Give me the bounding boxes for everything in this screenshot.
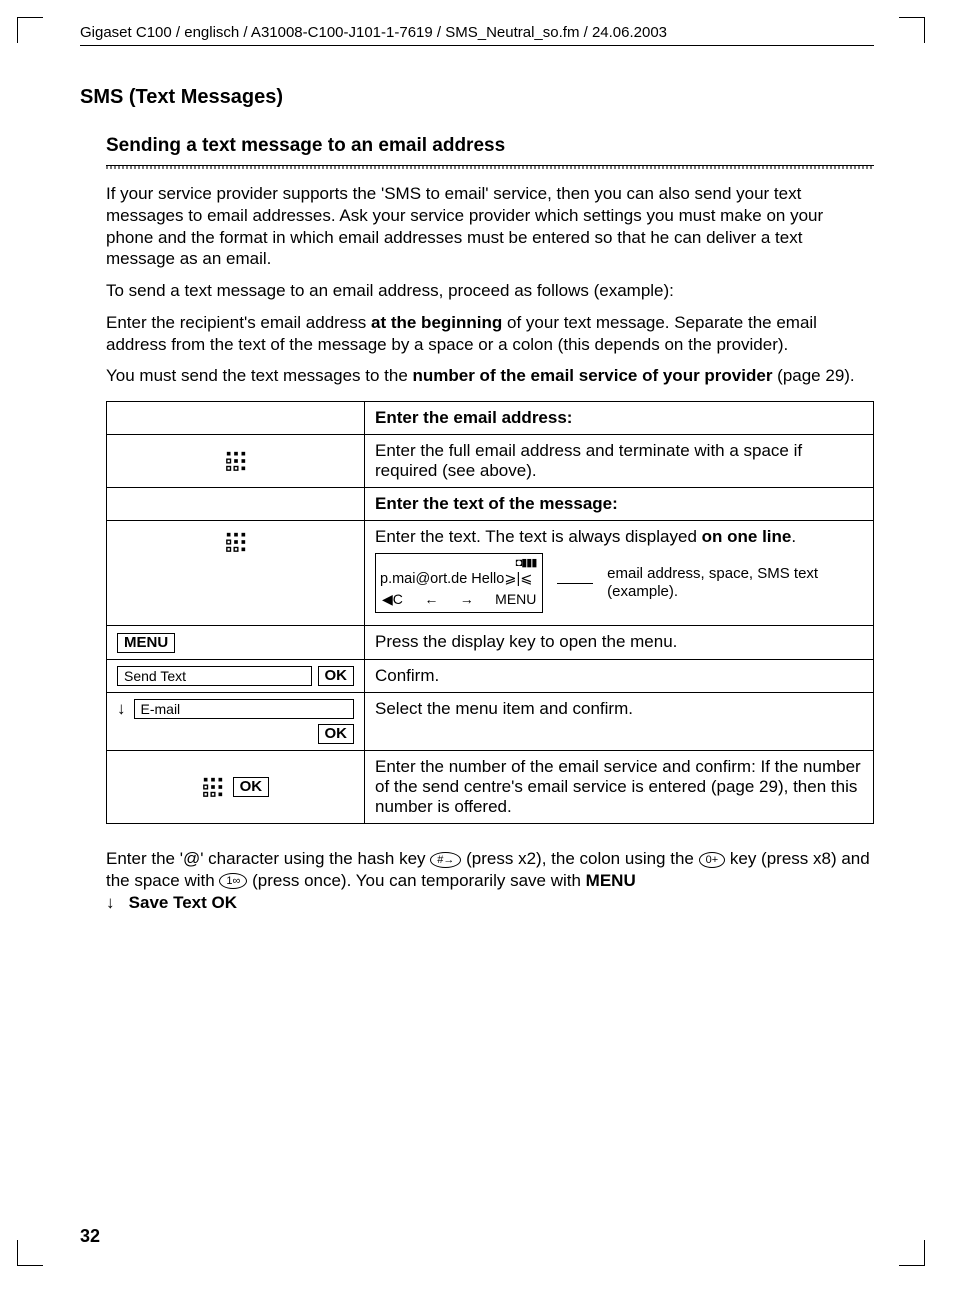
- ok-key: OK: [233, 777, 270, 797]
- table-row: Send Text OK Confirm.: [107, 660, 874, 693]
- crop-mark-icon: [899, 17, 925, 43]
- lcd-softkey-menu: MENU: [495, 591, 536, 608]
- keypad-icon: [202, 776, 224, 798]
- down-arrow-icon: ↓: [106, 893, 115, 912]
- menu-item-label: E-mail: [134, 699, 355, 719]
- text: Enter the recipient's email address: [106, 313, 371, 332]
- procedure-table: Enter the email address: Enter the full …: [106, 401, 874, 824]
- body-text: To send a text message to an email addre…: [106, 280, 874, 302]
- lcd-softkey-back: ◀C: [382, 591, 403, 608]
- crop-mark-icon: [17, 17, 43, 43]
- table-row: ↓ E-mail OK Select the menu item and con…: [107, 693, 874, 751]
- step-heading: Enter the email address:: [365, 402, 874, 435]
- ok-key: OK: [318, 666, 355, 686]
- table-row: MENU Press the display key to open the m…: [107, 626, 874, 660]
- subsection-title: Sending a text message to an email addre…: [106, 135, 874, 157]
- crop-mark-icon: [17, 1240, 43, 1266]
- page-number: 32: [80, 1226, 100, 1247]
- body-text: Enter the recipient's email address at t…: [106, 312, 874, 356]
- crop-mark-icon: [899, 1240, 925, 1266]
- running-header: Gigaset C100 / englisch / A31008-C100-J1…: [80, 24, 874, 46]
- text: You must send the text messages to the: [106, 366, 413, 385]
- body-text: If your service provider supports the 'S…: [106, 183, 874, 270]
- divider: [106, 165, 874, 169]
- hash-key-icon: #→: [430, 852, 461, 868]
- text-bold: on one line: [702, 527, 792, 546]
- lcd-battery-icon: ◘▮▮▮: [376, 554, 542, 569]
- footnote-text: Enter the '@' character using the hash k…: [106, 848, 874, 913]
- text: (page 29).: [772, 366, 854, 385]
- keypad-icon: [225, 450, 247, 472]
- one-key-icon: 1∞: [219, 873, 247, 889]
- table-row: OK Enter the number of the email service…: [107, 751, 874, 824]
- step-text: Enter the text. The text is always displ…: [375, 527, 863, 547]
- step-text: Confirm.: [365, 660, 874, 693]
- step-text: Select the menu item and confirm.: [365, 693, 874, 751]
- callout-text: email address, space, SMS text (example)…: [607, 565, 863, 601]
- lcd-text: p.mai@ort.de Hello⩾|⩽: [376, 569, 542, 589]
- body-text: You must send the text messages to the n…: [106, 365, 874, 387]
- menu-item-label: Send Text: [117, 666, 312, 686]
- step-heading: Enter the text of the message:: [365, 488, 874, 521]
- down-arrow-icon: ↓: [117, 699, 126, 719]
- save-text-label: Save Text OK: [129, 893, 237, 912]
- text: .: [791, 527, 796, 546]
- menu-key: MENU: [117, 633, 175, 653]
- keypad-icon: [225, 531, 247, 553]
- section-title: SMS (Text Messages): [80, 86, 874, 109]
- lcd-arrow-left-icon: ←: [424, 591, 438, 608]
- step-text: Enter the number of the email service an…: [365, 751, 874, 824]
- table-row: Enter the full email address and termina…: [107, 435, 874, 488]
- table-row: Enter the text. The text is always displ…: [107, 521, 874, 626]
- text: Enter the '@' character using the hash k…: [106, 849, 430, 868]
- table-row: Enter the text of the message:: [107, 488, 874, 521]
- lcd-display: ◘▮▮▮ p.mai@ort.de Hello⩾|⩽ ◀C ← → MENU: [375, 553, 543, 613]
- text: Enter the text. The text is always displ…: [375, 527, 702, 546]
- text: (press once). You can temporarily save w…: [252, 871, 586, 890]
- menu-label: MENU: [586, 871, 636, 890]
- text-bold: at the beginning: [371, 313, 502, 332]
- step-text: Enter the full email address and termina…: [365, 435, 874, 488]
- text-bold: number of the email service of your prov…: [413, 366, 773, 385]
- text: (press x2), the colon using the: [466, 849, 698, 868]
- ok-key: OK: [318, 724, 355, 744]
- lcd-arrow-right-icon: →: [460, 591, 474, 608]
- step-text: Press the display key to open the menu.: [365, 626, 874, 660]
- table-row: Enter the email address:: [107, 402, 874, 435]
- zero-key-icon: 0+: [699, 852, 726, 868]
- callout-line: [557, 583, 593, 584]
